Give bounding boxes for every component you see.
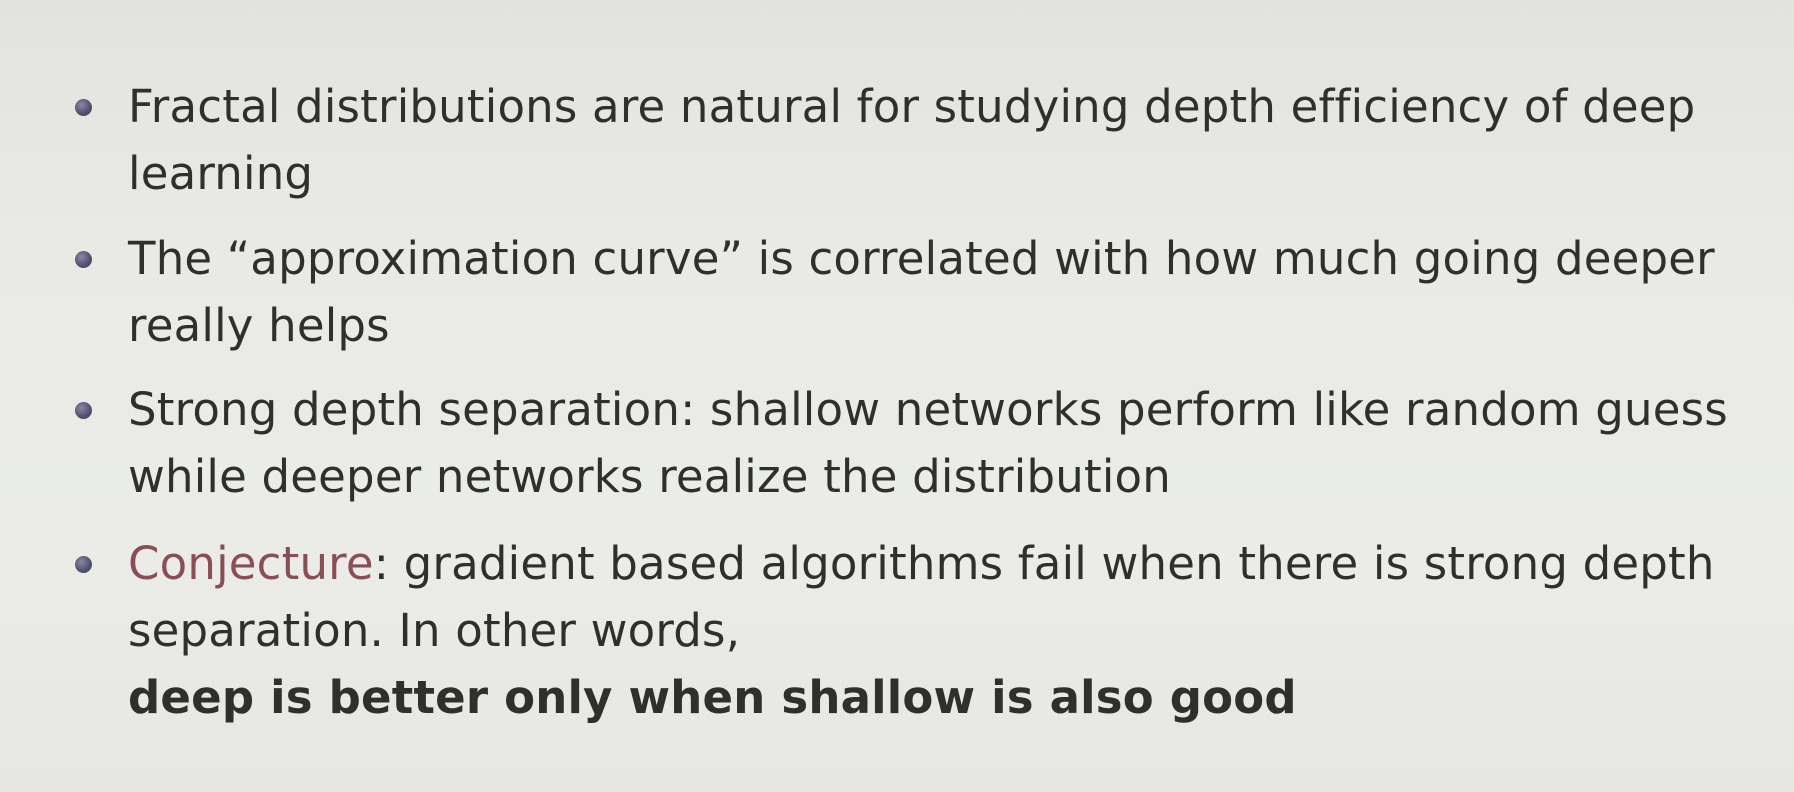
bullet-text: Fractal distributions are natural for st… bbox=[128, 73, 1768, 207]
conjecture-label: Conjecture bbox=[128, 537, 374, 590]
bullet-text: The “approximation curve” is correlated … bbox=[128, 225, 1768, 359]
bullet-list: Fractal distributions are natural for st… bbox=[0, 0, 1794, 792]
bold-conclusion: deep is better only when shallow is also… bbox=[128, 671, 1297, 724]
bullet-line: learning bbox=[128, 147, 314, 200]
slide: Fractal distributions are natural for st… bbox=[0, 0, 1794, 792]
bullet-line: separation. In other words, bbox=[128, 604, 741, 657]
bullet-dot-icon bbox=[75, 251, 92, 268]
bullet-dot-icon bbox=[75, 99, 92, 116]
bullet-text: Strong depth separation: shallow network… bbox=[128, 376, 1768, 510]
bullet-dot-icon bbox=[75, 556, 92, 573]
conjecture-text: : gradient based algorithms fail when th… bbox=[373, 537, 1715, 590]
bullet-line: Conjecture: gradient based algorithms fa… bbox=[128, 530, 1768, 597]
bullet-line: Strong depth separation: shallow network… bbox=[128, 383, 1728, 436]
bullet-line: The “approximation curve” is correlated … bbox=[128, 232, 1715, 285]
bullet-line: Fractal distributions are natural for st… bbox=[128, 80, 1696, 133]
bullet-dot-icon bbox=[75, 402, 92, 419]
bullet-text: Conjecture: gradient based algorithms fa… bbox=[128, 530, 1768, 731]
bullet-line: while deeper networks realize the distri… bbox=[128, 450, 1171, 503]
bullet-line: really helps bbox=[128, 299, 390, 352]
